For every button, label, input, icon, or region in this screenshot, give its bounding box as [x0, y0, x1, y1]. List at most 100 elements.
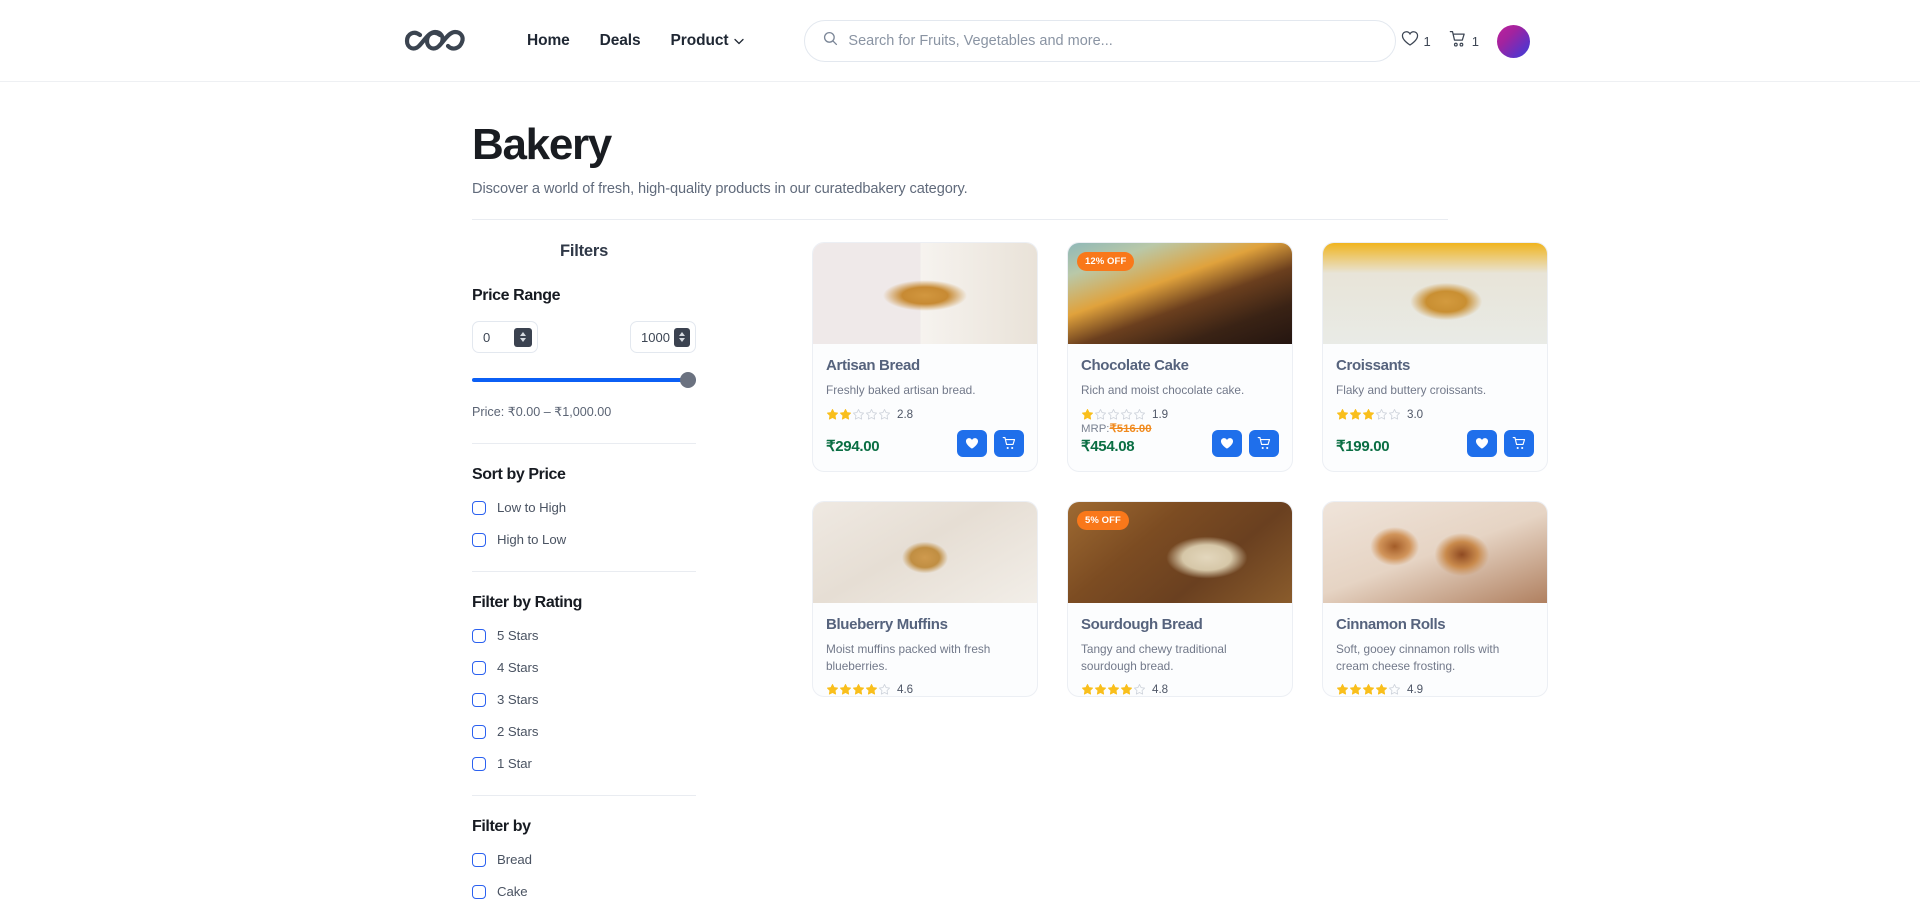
- product-image: [1323, 501, 1547, 603]
- sort-option-high-to-low[interactable]: High to Low: [472, 532, 696, 547]
- nav-item-deals[interactable]: Deals: [600, 32, 641, 50]
- cart-button[interactable]: 1: [1449, 30, 1479, 53]
- option-label: 5 Stars: [497, 628, 539, 644]
- option-label: Cake: [497, 884, 528, 900]
- add-to-cart-button[interactable]: [1249, 429, 1279, 457]
- add-to-cart-button[interactable]: [1504, 429, 1534, 457]
- brand-logo-icon[interactable]: [404, 21, 470, 61]
- search-input[interactable]: [848, 32, 1378, 49]
- star-icon: [1120, 684, 1133, 695]
- product-card-body: Blueberry Muffins Moist muffins packed wi…: [813, 603, 1037, 697]
- product-rating: 1.9: [1081, 408, 1279, 421]
- product-card-body: Croissants Flaky and buttery croissants. 3…: [1323, 344, 1547, 430]
- star-icon: [1107, 408, 1120, 420]
- product-rating: 4.9: [1336, 683, 1534, 696]
- star-icon: [839, 684, 852, 695]
- star-icon: [1362, 684, 1375, 695]
- product-card[interactable]: 5% OFF Sourdough Bread Tangy and chewy tra…: [1067, 500, 1293, 698]
- product-grid-container: Artisan Bread Freshly baked artisan bread…: [812, 242, 1548, 911]
- discount-badge: 5% OFF: [1077, 510, 1129, 530]
- sort-option-low-to-high[interactable]: Low to High: [472, 500, 696, 515]
- nav-item-product[interactable]: Product: [671, 32, 745, 50]
- wishlist-button[interactable]: 1: [1401, 30, 1431, 52]
- price-column: ₹199.00: [1336, 437, 1390, 457]
- rating-value: 4.8: [1152, 683, 1169, 697]
- star-icon: [1349, 408, 1362, 420]
- rating-option-4-stars[interactable]: 4 Stars: [472, 660, 696, 675]
- option-label: 4 Stars: [497, 660, 539, 676]
- option-label: Bread: [497, 852, 532, 868]
- option-label: High to Low: [497, 532, 567, 548]
- rating-option-5-stars[interactable]: 5 Stars: [472, 628, 696, 643]
- star-icon: [1388, 684, 1401, 695]
- product-description: Freshly baked artisan bread.: [826, 383, 976, 398]
- option-label: 3 Stars: [497, 692, 539, 708]
- checkbox-icon[interactable]: [472, 852, 486, 867]
- price-range-slider[interactable]: [472, 372, 696, 389]
- add-to-wishlist-button[interactable]: [1212, 429, 1242, 457]
- checkbox-icon[interactable]: [472, 660, 486, 675]
- product-card-footer: MRP:₹516.00 ₹454.08: [1068, 421, 1292, 471]
- product-name: Chocolate Cake: [1081, 357, 1189, 375]
- product-mrp: MRP:₹516.00: [1081, 422, 1152, 435]
- rating-option-3-stars[interactable]: 3 Stars: [472, 692, 696, 707]
- category-option-cake[interactable]: Cake: [472, 884, 696, 899]
- main-nav: Home Deals Product: [527, 32, 745, 50]
- option-label: 2 Stars: [497, 724, 539, 740]
- star-icon: [1336, 408, 1349, 420]
- checkbox-icon[interactable]: [472, 628, 486, 643]
- product-card-body: Sourdough Bread Tangy and chewy tradition…: [1068, 603, 1292, 697]
- avatar[interactable]: [1497, 24, 1530, 58]
- search-bar[interactable]: [804, 19, 1397, 62]
- slider-thumb[interactable]: [680, 372, 696, 389]
- checkbox-icon[interactable]: [472, 884, 486, 899]
- rating-option-2-stars[interactable]: 2 Stars: [472, 724, 696, 739]
- slider-track: [472, 378, 696, 383]
- header-divider: [472, 219, 1448, 221]
- page-subtitle: Discover a world of fresh, high-quality …: [472, 181, 968, 198]
- category-option-bread[interactable]: Bread: [472, 852, 696, 867]
- checkbox-icon[interactable]: [472, 500, 486, 515]
- filters-sidebar: Filters Price Range 0 1000 Price: ₹0.00 …: [472, 242, 696, 911]
- price-max-stepper[interactable]: 1000: [630, 321, 696, 354]
- nav-item-home[interactable]: Home: [527, 32, 570, 50]
- filters-heading: Filters: [559, 242, 609, 261]
- rating-value: 2.8: [897, 407, 914, 421]
- card-action-buttons: [1212, 429, 1279, 457]
- checkbox-icon[interactable]: [472, 724, 486, 739]
- price-min-spinner-icon[interactable]: [514, 327, 532, 347]
- product-price: ₹199.00: [1336, 437, 1390, 455]
- add-to-wishlist-button[interactable]: [957, 429, 987, 457]
- site-header: Home Deals Product Search for Fruits, Ve…: [0, 0, 1920, 82]
- star-icon: [852, 684, 865, 695]
- option-label: 1 Star: [497, 756, 532, 772]
- product-card[interactable]: Blueberry Muffins Moist muffins packed wi…: [812, 500, 1038, 698]
- checkbox-icon[interactable]: [472, 756, 486, 771]
- star-icon: [1336, 684, 1349, 695]
- price-min-stepper[interactable]: 0: [472, 321, 538, 354]
- star-rating: [1336, 408, 1401, 421]
- checkbox-icon[interactable]: [472, 692, 486, 707]
- star-icon: [826, 684, 839, 695]
- product-card[interactable]: Croissants Flaky and buttery croissants. 3…: [1322, 242, 1548, 472]
- product-grid: Artisan Bread Freshly baked artisan bread…: [812, 242, 1548, 698]
- price-max-spinner-icon[interactable]: [673, 327, 690, 347]
- product-image: [1323, 243, 1547, 345]
- rating-option-1-star[interactable]: 1 Star: [472, 756, 696, 771]
- product-card[interactable]: Artisan Bread Freshly baked artisan bread…: [812, 242, 1038, 472]
- checkbox-icon[interactable]: [472, 532, 486, 547]
- product-description: Rich and moist chocolate cake.: [1081, 383, 1245, 398]
- product-card[interactable]: Cinnamon Rolls Soft, gooey cinnamon rolls…: [1322, 500, 1548, 698]
- star-icon: [878, 408, 891, 420]
- nav-label: Product: [670, 31, 729, 49]
- sidebar-divider: [472, 571, 696, 573]
- add-to-wishlist-button[interactable]: [1467, 429, 1497, 457]
- price-column: ₹294.00: [826, 437, 880, 457]
- price-column: MRP:₹516.00 ₹454.08: [1081, 421, 1152, 457]
- add-to-cart-button[interactable]: [994, 429, 1024, 457]
- product-card[interactable]: 12% OFF Chocolate Cake Rich and moist choc…: [1067, 242, 1293, 472]
- product-description: Flaky and buttery croissants.: [1336, 383, 1487, 398]
- product-card-body: Artisan Bread Freshly baked artisan bread…: [813, 344, 1037, 430]
- nav-label: Home: [527, 31, 570, 49]
- card-action-buttons: [1467, 429, 1534, 457]
